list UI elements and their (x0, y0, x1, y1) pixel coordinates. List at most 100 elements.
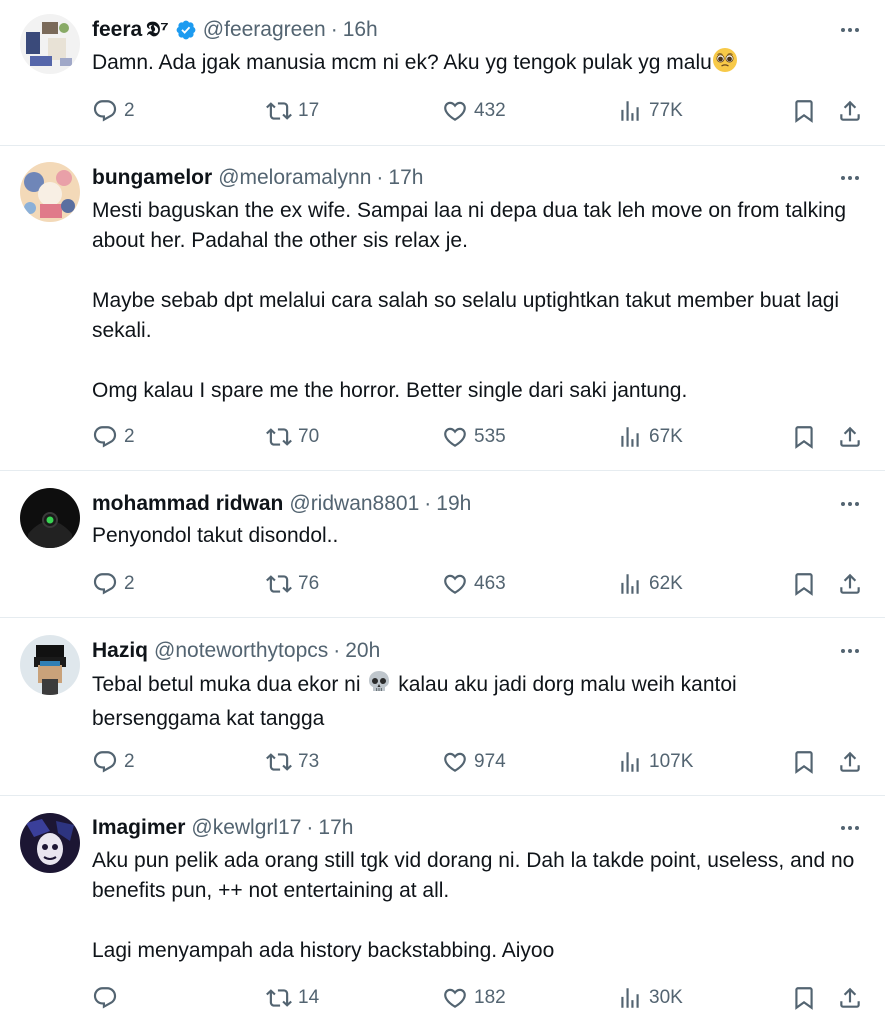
more-icon[interactable] (837, 815, 863, 841)
retweet-button[interactable]: 76 (266, 569, 319, 599)
tweet-header: feera 𝕯⁷ @feeragreen · 16h (92, 18, 378, 42)
like-button[interactable]: 974 (442, 747, 506, 777)
tweet-text: Tebal betul muka dua ekor ni kalau aku j… (92, 669, 862, 734)
tweet-actions: 14 182 30K (0, 983, 885, 1013)
retweet-button[interactable]: 14 (266, 983, 319, 1013)
more-icon[interactable] (837, 17, 863, 43)
reply-button[interactable]: 2 (92, 96, 135, 126)
tweet[interactable]: mohammad ridwan @ridwan8801 · 19h Penyon… (0, 470, 885, 618)
share-button[interactable] (837, 422, 863, 452)
bookmark-button[interactable] (791, 422, 817, 452)
views-button[interactable]: 67K (617, 422, 683, 452)
like-button[interactable]: 535 (442, 422, 506, 452)
views-icon (617, 749, 643, 775)
views-icon (617, 424, 643, 450)
reply-icon (92, 571, 118, 597)
tweet-text: Mesti baguskan the ex wife. Sampai laa n… (92, 196, 862, 406)
bookmark-icon (791, 571, 817, 597)
share-icon (837, 749, 863, 775)
user-handle[interactable]: @ridwan8801 (289, 492, 419, 516)
timestamp[interactable]: 19h (436, 492, 471, 516)
more-icon[interactable] (837, 491, 863, 517)
timestamp[interactable]: 16h (343, 18, 378, 42)
bookmark-button[interactable] (791, 747, 817, 777)
avatar[interactable] (20, 635, 80, 695)
reply-button[interactable]: 2 (92, 747, 135, 777)
tweet-line: Damn. Ada jgak manusia mcm ni ek? Aku yg… (92, 51, 712, 74)
reply-icon (92, 424, 118, 450)
avatar[interactable] (20, 488, 80, 548)
tweet-text: Penyondol takut disondol.. (92, 521, 862, 551)
display-name[interactable]: Imagimer (92, 816, 185, 840)
timestamp[interactable]: 17h (388, 166, 423, 190)
display-name[interactable]: feera (92, 18, 142, 42)
name-decoration: 𝕯⁷ (146, 18, 169, 41)
timestamp[interactable]: 20h (345, 639, 380, 663)
tweet[interactable]: Haziq @noteworthytopcs · 20h Tebal betul… (0, 617, 885, 796)
display-name[interactable]: mohammad ridwan (92, 492, 283, 516)
tweet-actions: 2 17 432 77K (0, 96, 885, 126)
avatar[interactable] (20, 813, 80, 873)
user-handle[interactable]: @feeragreen (203, 18, 326, 42)
views-icon (617, 98, 643, 124)
views-icon (617, 571, 643, 597)
tweet[interactable]: bungamelor @meloramalynn · 17h Mesti bag… (0, 145, 885, 471)
like-button[interactable]: 182 (442, 983, 506, 1013)
tweet-header: bungamelor @meloramalynn · 17h (92, 166, 424, 190)
user-handle[interactable]: @meloramalynn (218, 166, 371, 190)
views-button[interactable]: 62K (617, 569, 683, 599)
retweet-icon (266, 98, 292, 124)
tweet-header: Haziq @noteworthytopcs · 20h (92, 639, 381, 663)
user-handle[interactable]: @kewlgrl17 (191, 816, 301, 840)
bookmark-icon (791, 985, 817, 1011)
tweet-paragraph: Aku pun pelik ada orang still tgk vid do… (92, 849, 855, 902)
share-button[interactable] (837, 569, 863, 599)
timeline-feed: feera 𝕯⁷ @feeragreen · 16h Damn. Ada jga… (0, 0, 885, 1024)
tweet[interactable]: Imagimer @kewlgrl17 · 17h Aku pun pelik … (0, 795, 885, 1024)
bookmark-button[interactable] (791, 96, 817, 126)
display-name[interactable]: bungamelor (92, 166, 212, 190)
display-name[interactable]: Haziq (92, 639, 148, 663)
views-button[interactable]: 77K (617, 96, 683, 126)
share-icon (837, 98, 863, 124)
reply-button[interactable] (92, 983, 124, 1013)
verified-badge-icon (175, 19, 197, 41)
tweet-paragraph: Penyondol takut disondol.. (92, 524, 339, 547)
views-button[interactable]: 30K (617, 983, 683, 1013)
like-button[interactable]: 432 (442, 96, 506, 126)
user-handle[interactable]: @noteworthytopcs (154, 639, 328, 663)
skull-emoji-icon (366, 669, 392, 704)
tweet-actions: 2 76 463 62K (0, 569, 885, 599)
retweet-button[interactable]: 73 (266, 747, 319, 777)
reply-button[interactable]: 2 (92, 569, 135, 599)
timestamp[interactable]: 17h (318, 816, 353, 840)
more-icon[interactable] (837, 165, 863, 191)
share-icon (837, 985, 863, 1011)
avatar[interactable] (20, 162, 80, 222)
tweet-header: Imagimer @kewlgrl17 · 17h (92, 816, 354, 840)
retweet-icon (266, 424, 292, 450)
bookmark-button[interactable] (791, 983, 817, 1013)
share-button[interactable] (837, 747, 863, 777)
bookmark-icon (791, 749, 817, 775)
bookmark-button[interactable] (791, 569, 817, 599)
pleading-face-emoji-icon (712, 47, 738, 82)
reply-button[interactable]: 2 (92, 422, 135, 452)
avatar[interactable] (20, 14, 80, 74)
more-icon[interactable] (837, 638, 863, 664)
like-icon (442, 98, 468, 124)
retweet-button[interactable]: 70 (266, 422, 319, 452)
tweet[interactable]: feera 𝕯⁷ @feeragreen · 16h Damn. Ada jga… (0, 0, 885, 146)
reply-icon (92, 749, 118, 775)
tweet-paragraph: Maybe sebab dpt melalui cara salah so se… (92, 289, 840, 342)
share-button[interactable] (837, 96, 863, 126)
like-button[interactable]: 463 (442, 569, 506, 599)
tweet-paragraph: Omg kalau I spare me the horror. Better … (92, 379, 688, 402)
views-icon (617, 985, 643, 1011)
retweet-icon (266, 571, 292, 597)
reply-icon (92, 98, 118, 124)
share-button[interactable] (837, 983, 863, 1013)
views-button[interactable]: 107K (617, 747, 693, 777)
share-icon (837, 424, 863, 450)
retweet-button[interactable]: 17 (266, 96, 319, 126)
